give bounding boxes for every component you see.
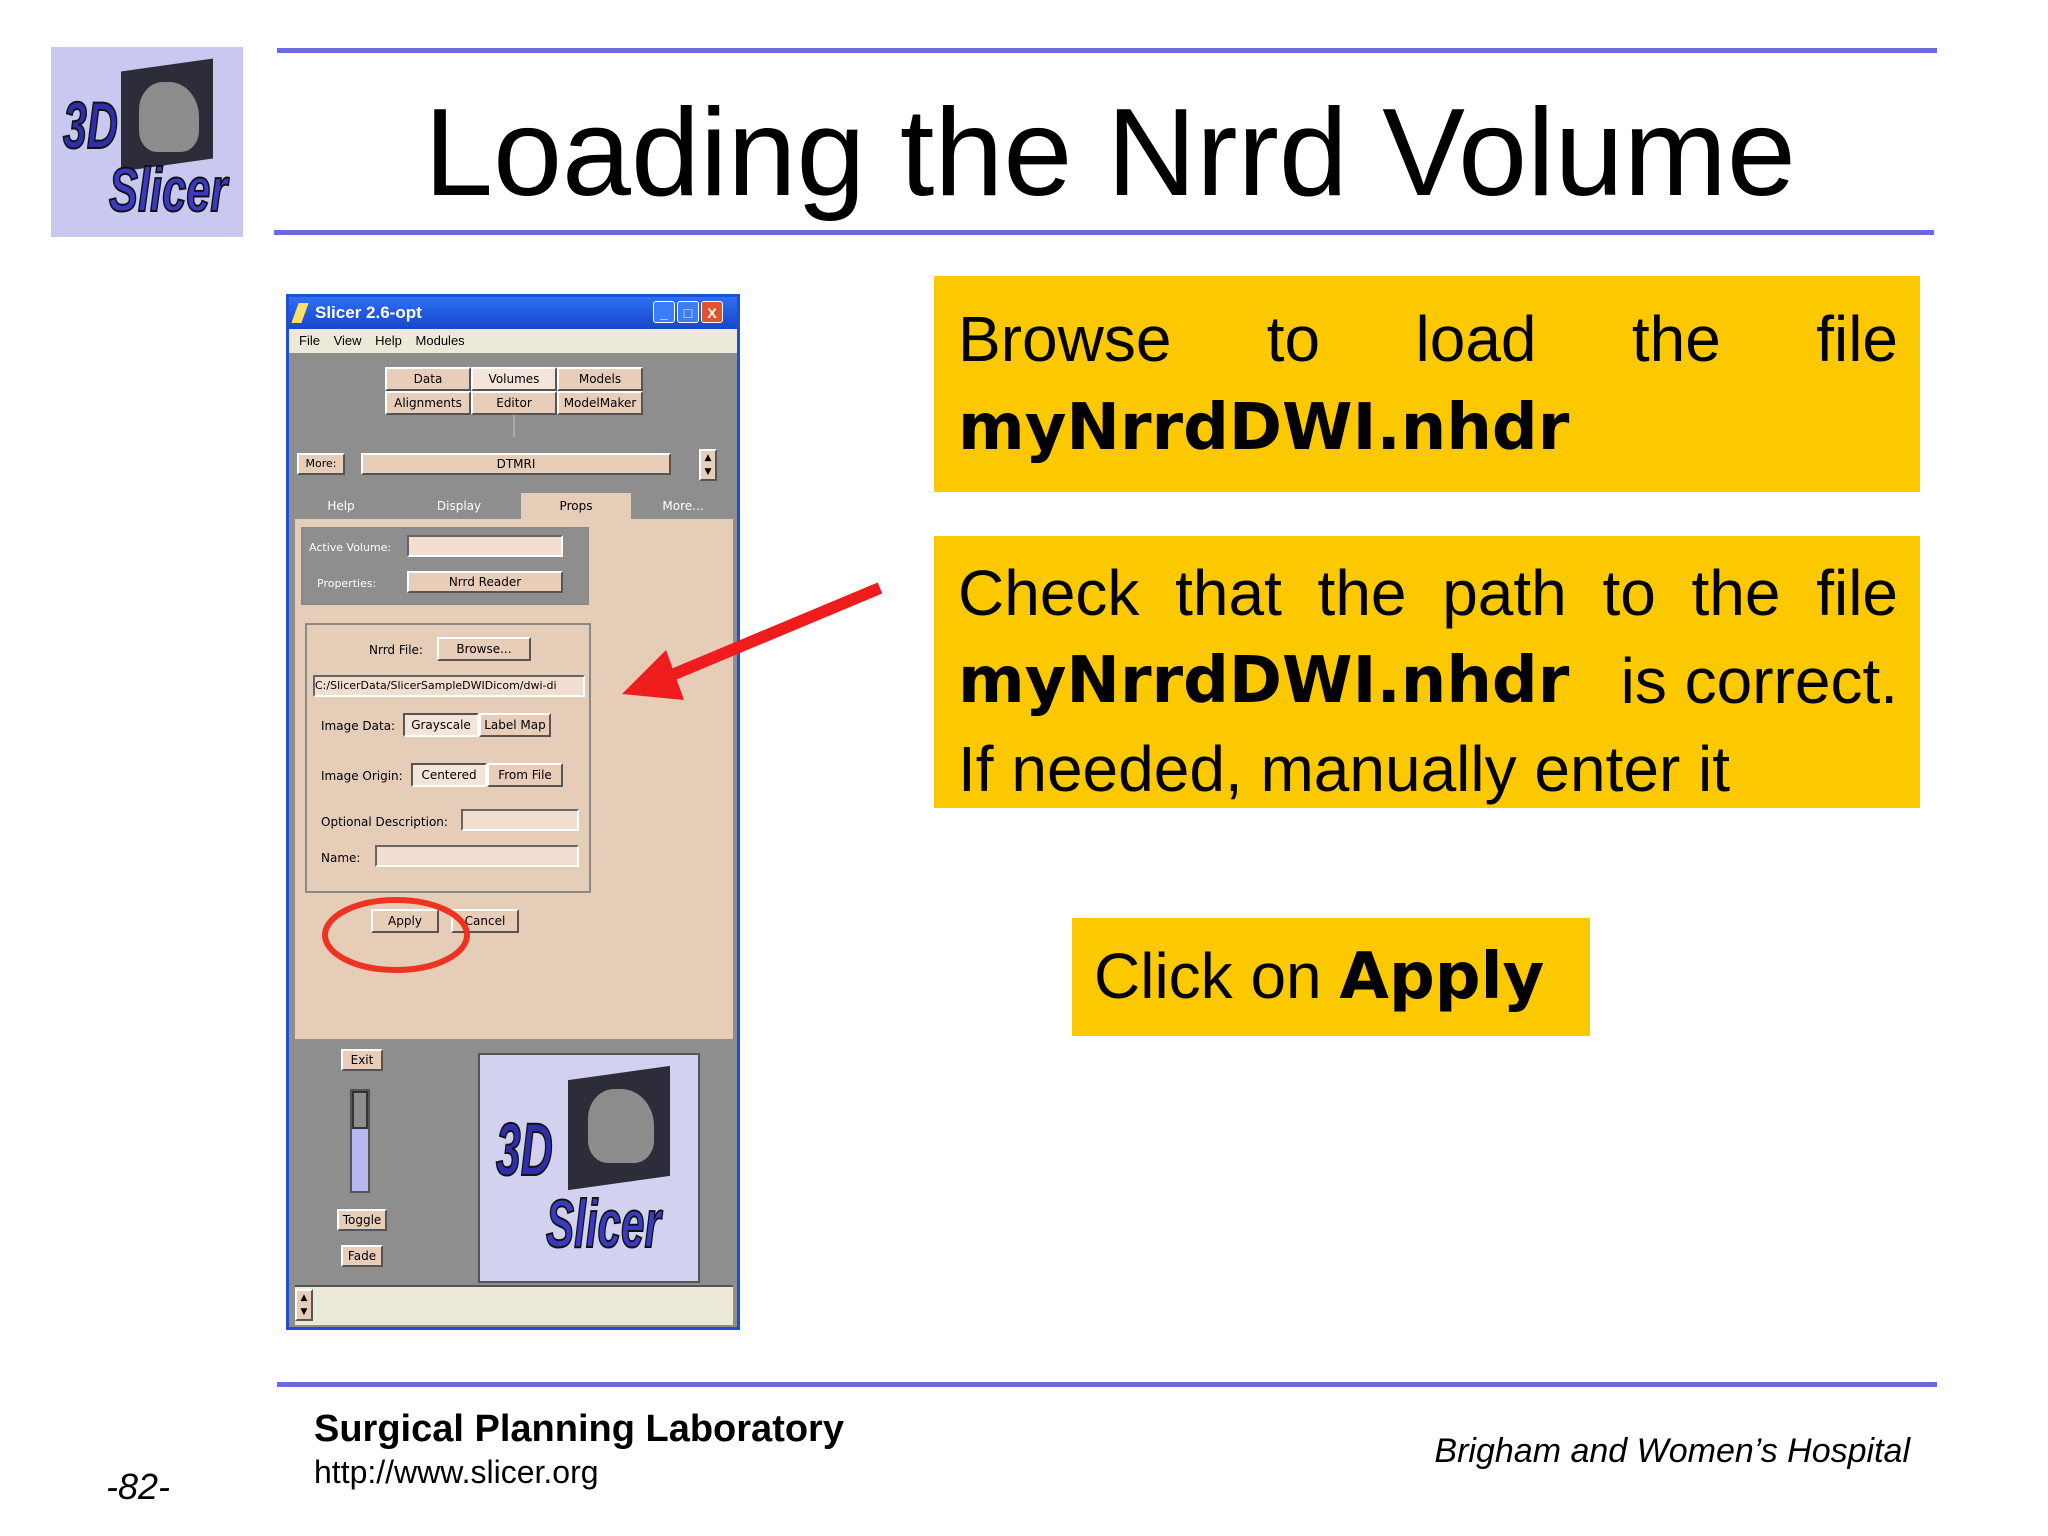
callout-check-filename: myNrrdDWI.nhdr [958,644,1570,718]
footer-hospital: Brigham and Women’s Hospital [1434,1432,1910,1470]
callout-apply-text: Click on [1094,940,1340,1012]
footer-lab-name: Surgical Planning Laboratory [314,1408,844,1450]
callout-browse-filename: myNrrdDWI.nhdr [958,391,1570,465]
callout-apply: Click on Apply [1072,918,1590,1036]
callout-browse-word-3: load [1415,303,1537,375]
callout-check-path: Check that the path to the file myNrrdDW… [934,536,1920,808]
footer-url: http://www.slicer.org [314,1454,599,1490]
apply-highlight-ellipse [322,897,470,973]
callout-browse-word-4: the [1631,303,1721,375]
callout-browse-word-5: file [1816,303,1898,375]
arrow-head [622,650,684,700]
callout-browse: Browse to load the file myNrrdDWI.nhdr [934,276,1920,492]
callout-check-line2: myNrrdDWI.nhdr is correct. [958,636,1898,726]
callout-browse-word-2: to [1266,303,1321,375]
callout-check-line3: If needed, manually enter it [958,733,1731,805]
red-arrow [622,582,883,700]
callout-check-line1: Check that the path to the file [958,557,1898,629]
callout-apply-bold: Apply [1339,940,1545,1014]
callout-browse-word-1: Browse [958,303,1172,375]
callout-browse-line1: Browse to load the file [958,296,1898,382]
callout-check-correct: is correct. [1620,645,1898,717]
page-number: -82- [106,1466,171,1507]
arrow-shaft [657,582,883,686]
footer-rule [277,1382,1937,1387]
